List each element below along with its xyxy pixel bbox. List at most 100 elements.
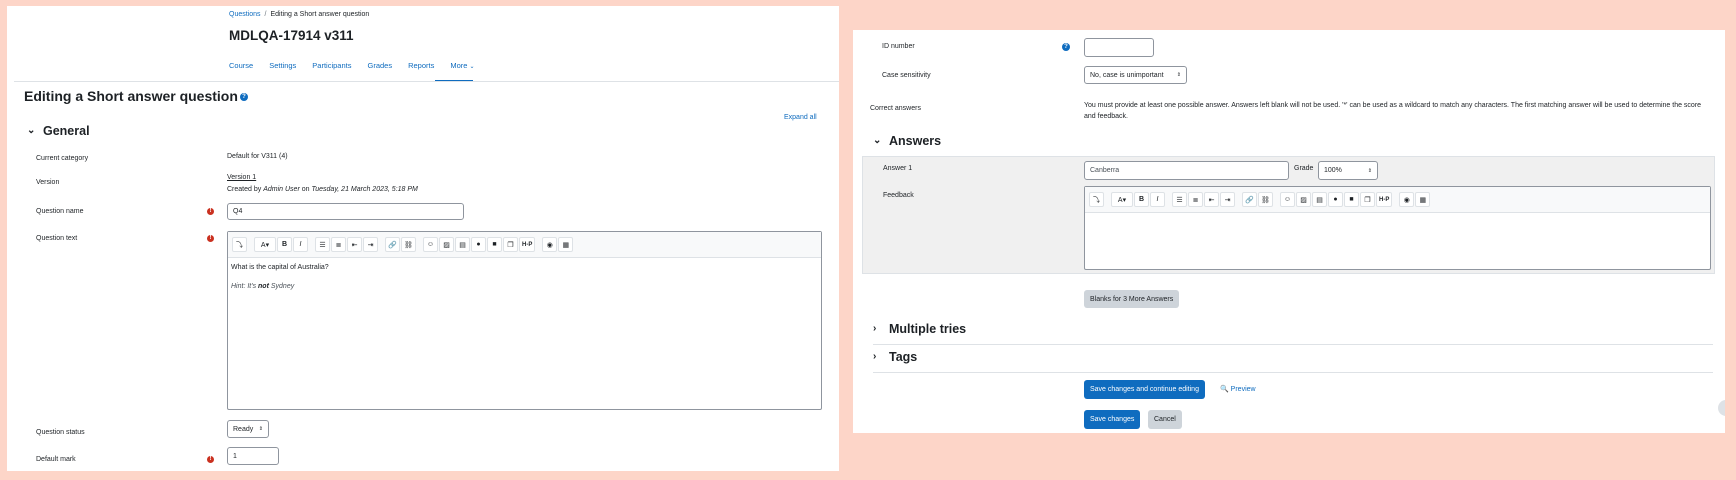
- italic-icon[interactable]: I: [1150, 192, 1165, 207]
- save-button[interactable]: Save changes: [1084, 410, 1141, 429]
- grade-label: Grade: [1294, 165, 1314, 172]
- indent-icon[interactable]: ⇥: [363, 237, 378, 252]
- save-continue-button[interactable]: Save changes and continue editing: [1084, 380, 1205, 399]
- microphone-icon[interactable]: ●: [1328, 192, 1343, 207]
- nav-more-label: More: [450, 61, 468, 70]
- outdent-icon[interactable]: ⇤: [1204, 192, 1219, 207]
- italic-icon[interactable]: I: [293, 237, 308, 252]
- blanks-more-answers-button[interactable]: Blanks for 3 More Answers: [1084, 290, 1180, 308]
- question-name-input[interactable]: Q4: [227, 203, 464, 220]
- question-text-content[interactable]: What is the capital of Australia? Hint: …: [228, 258, 821, 296]
- default-mark-input[interactable]: 1: [227, 447, 279, 465]
- image-icon[interactable]: ▨: [1296, 192, 1311, 207]
- tags-title: Tags: [889, 350, 918, 364]
- unlink-icon[interactable]: ⛓: [1258, 192, 1273, 207]
- nav-participants[interactable]: Participants: [312, 61, 351, 70]
- chevron-right-icon: ›: [873, 351, 877, 362]
- image-icon[interactable]: ▨: [439, 237, 454, 252]
- expand-all-link[interactable]: Expand all: [784, 114, 817, 121]
- tags-section-header[interactable]: › Tags: [873, 350, 917, 364]
- accessibility-icon[interactable]: ◉: [542, 237, 558, 252]
- nav-course[interactable]: Course: [229, 61, 253, 70]
- link-icon[interactable]: 🔗: [1242, 192, 1257, 207]
- collapse-icon[interactable]: ⤵: [232, 237, 247, 252]
- answer-1-group: Answer 1 Canberra Grade 100% ⇕ Feedback ⤵…: [862, 156, 1715, 274]
- feedback-content[interactable]: [1085, 213, 1710, 269]
- case-sensitivity-label: Case sensitivity: [882, 72, 931, 79]
- answers-section-header[interactable]: ⌄ Answers: [873, 134, 941, 148]
- nav-reports[interactable]: Reports: [408, 61, 434, 70]
- table-icon[interactable]: ▦: [558, 237, 574, 252]
- bold-icon[interactable]: B: [277, 237, 292, 252]
- unlink-icon[interactable]: ⛓: [401, 237, 416, 252]
- grade-select[interactable]: 100% ⇕: [1318, 161, 1378, 180]
- nav-divider: [14, 81, 839, 82]
- multiple-tries-section-header[interactable]: › Multiple tries: [873, 322, 966, 336]
- numbered-list-icon[interactable]: ≣: [1188, 192, 1203, 207]
- answers-section-title: Answers: [889, 134, 942, 148]
- editor-toolbar: ⤵ A▾ B I ☰ ≣ ⇤ ⇥ 🔗 ⛓ ☺ ▨ ▤ ● ■ ❐ H-P ◉ ▦: [1085, 187, 1710, 213]
- section-divider: [873, 372, 1713, 373]
- chevron-down-icon: ⌄: [27, 125, 36, 136]
- file-icon[interactable]: ▤: [1312, 192, 1327, 207]
- accessibility-icon[interactable]: ◉: [1399, 192, 1415, 207]
- id-number-input[interactable]: [1084, 38, 1154, 57]
- section-divider: [873, 344, 1713, 345]
- created-on: on: [301, 186, 310, 193]
- case-sensitivity-select[interactable]: No, case is unimportant ⇕: [1084, 66, 1187, 84]
- question-text-line: What is the capital of Australia?: [231, 264, 329, 271]
- nav-grades[interactable]: Grades: [367, 61, 392, 70]
- select-arrows-icon: ⇕: [1176, 72, 1181, 78]
- preview-link[interactable]: 🔍 Preview: [1220, 385, 1256, 393]
- bold-icon[interactable]: B: [1134, 192, 1149, 207]
- nav-settings[interactable]: Settings: [269, 61, 296, 70]
- h5p-icon[interactable]: H-P: [1376, 192, 1393, 207]
- h5p-icon[interactable]: H-P: [519, 237, 536, 252]
- numbered-list-icon[interactable]: ≣: [331, 237, 346, 252]
- font-style-icon[interactable]: A▾: [254, 237, 276, 252]
- general-section-title: General: [43, 124, 90, 138]
- breadcrumb-questions-link[interactable]: Questions: [229, 11, 261, 18]
- table-icon[interactable]: ▦: [1415, 192, 1431, 207]
- video-icon[interactable]: ■: [1344, 192, 1359, 207]
- version-value: Version 1: [227, 174, 257, 181]
- collapse-icon[interactable]: ⤵: [1089, 192, 1104, 207]
- outdent-icon[interactable]: ⇤: [347, 237, 362, 252]
- emoji-icon[interactable]: ☺: [423, 237, 438, 252]
- copy-icon[interactable]: ❐: [503, 237, 518, 252]
- emoji-icon[interactable]: ☺: [1280, 192, 1295, 207]
- copy-icon[interactable]: ❐: [1360, 192, 1375, 207]
- chevron-down-icon: ⌄: [873, 135, 882, 146]
- correct-answers-label: Correct answers: [870, 105, 921, 112]
- question-text-editor[interactable]: ⤵ A▾ B I ☰ ≣ ⇤ ⇥ 🔗 ⛓ ☺ ▨ ▤ ● ■ ❐ H-P ◉ ▦…: [227, 231, 822, 410]
- link-icon[interactable]: 🔗: [385, 237, 400, 252]
- right-panel: ID number ? Case sensitivity No, case is…: [853, 30, 1725, 433]
- file-icon[interactable]: ▤: [455, 237, 470, 252]
- font-style-icon[interactable]: A▾: [1111, 192, 1133, 207]
- current-category-label: Current category: [36, 155, 89, 162]
- help-icon[interactable]: ?: [239, 93, 248, 102]
- nav-more[interactable]: More ⌄: [450, 61, 474, 70]
- cancel-button[interactable]: Cancel: [1148, 410, 1182, 429]
- indent-icon[interactable]: ⇥: [1220, 192, 1235, 207]
- question-status-value: Ready: [233, 425, 254, 433]
- id-number-label: ID number: [882, 43, 915, 50]
- multiple-tries-title: Multiple tries: [889, 322, 967, 336]
- help-icon[interactable]: ?: [1062, 43, 1070, 51]
- answer-1-input[interactable]: Canberra: [1084, 161, 1289, 180]
- video-icon[interactable]: ■: [487, 237, 502, 252]
- required-icon: !: [207, 456, 214, 463]
- bullet-list-icon[interactable]: ☰: [1172, 192, 1187, 207]
- feedback-editor[interactable]: ⤵ A▾ B I ☰ ≣ ⇤ ⇥ 🔗 ⛓ ☺ ▨ ▤ ● ■ ❐ H-P ◉ ▦: [1084, 186, 1711, 270]
- created-user: Admin User: [263, 186, 300, 193]
- general-section-header[interactable]: ⌄ General: [27, 124, 90, 138]
- question-status-select[interactable]: Ready ⇕: [227, 420, 269, 438]
- scroll-to-top-button[interactable]: [1718, 400, 1725, 416]
- default-mark-label: Default mark: [36, 456, 76, 463]
- microphone-icon[interactable]: ●: [471, 237, 486, 252]
- hint-suffix: Sydney: [270, 283, 295, 290]
- bullet-list-icon[interactable]: ☰: [315, 237, 330, 252]
- chevron-right-icon: ›: [873, 323, 877, 334]
- answer-1-label: Answer 1: [883, 165, 913, 172]
- question-status-label: Question status: [36, 429, 85, 436]
